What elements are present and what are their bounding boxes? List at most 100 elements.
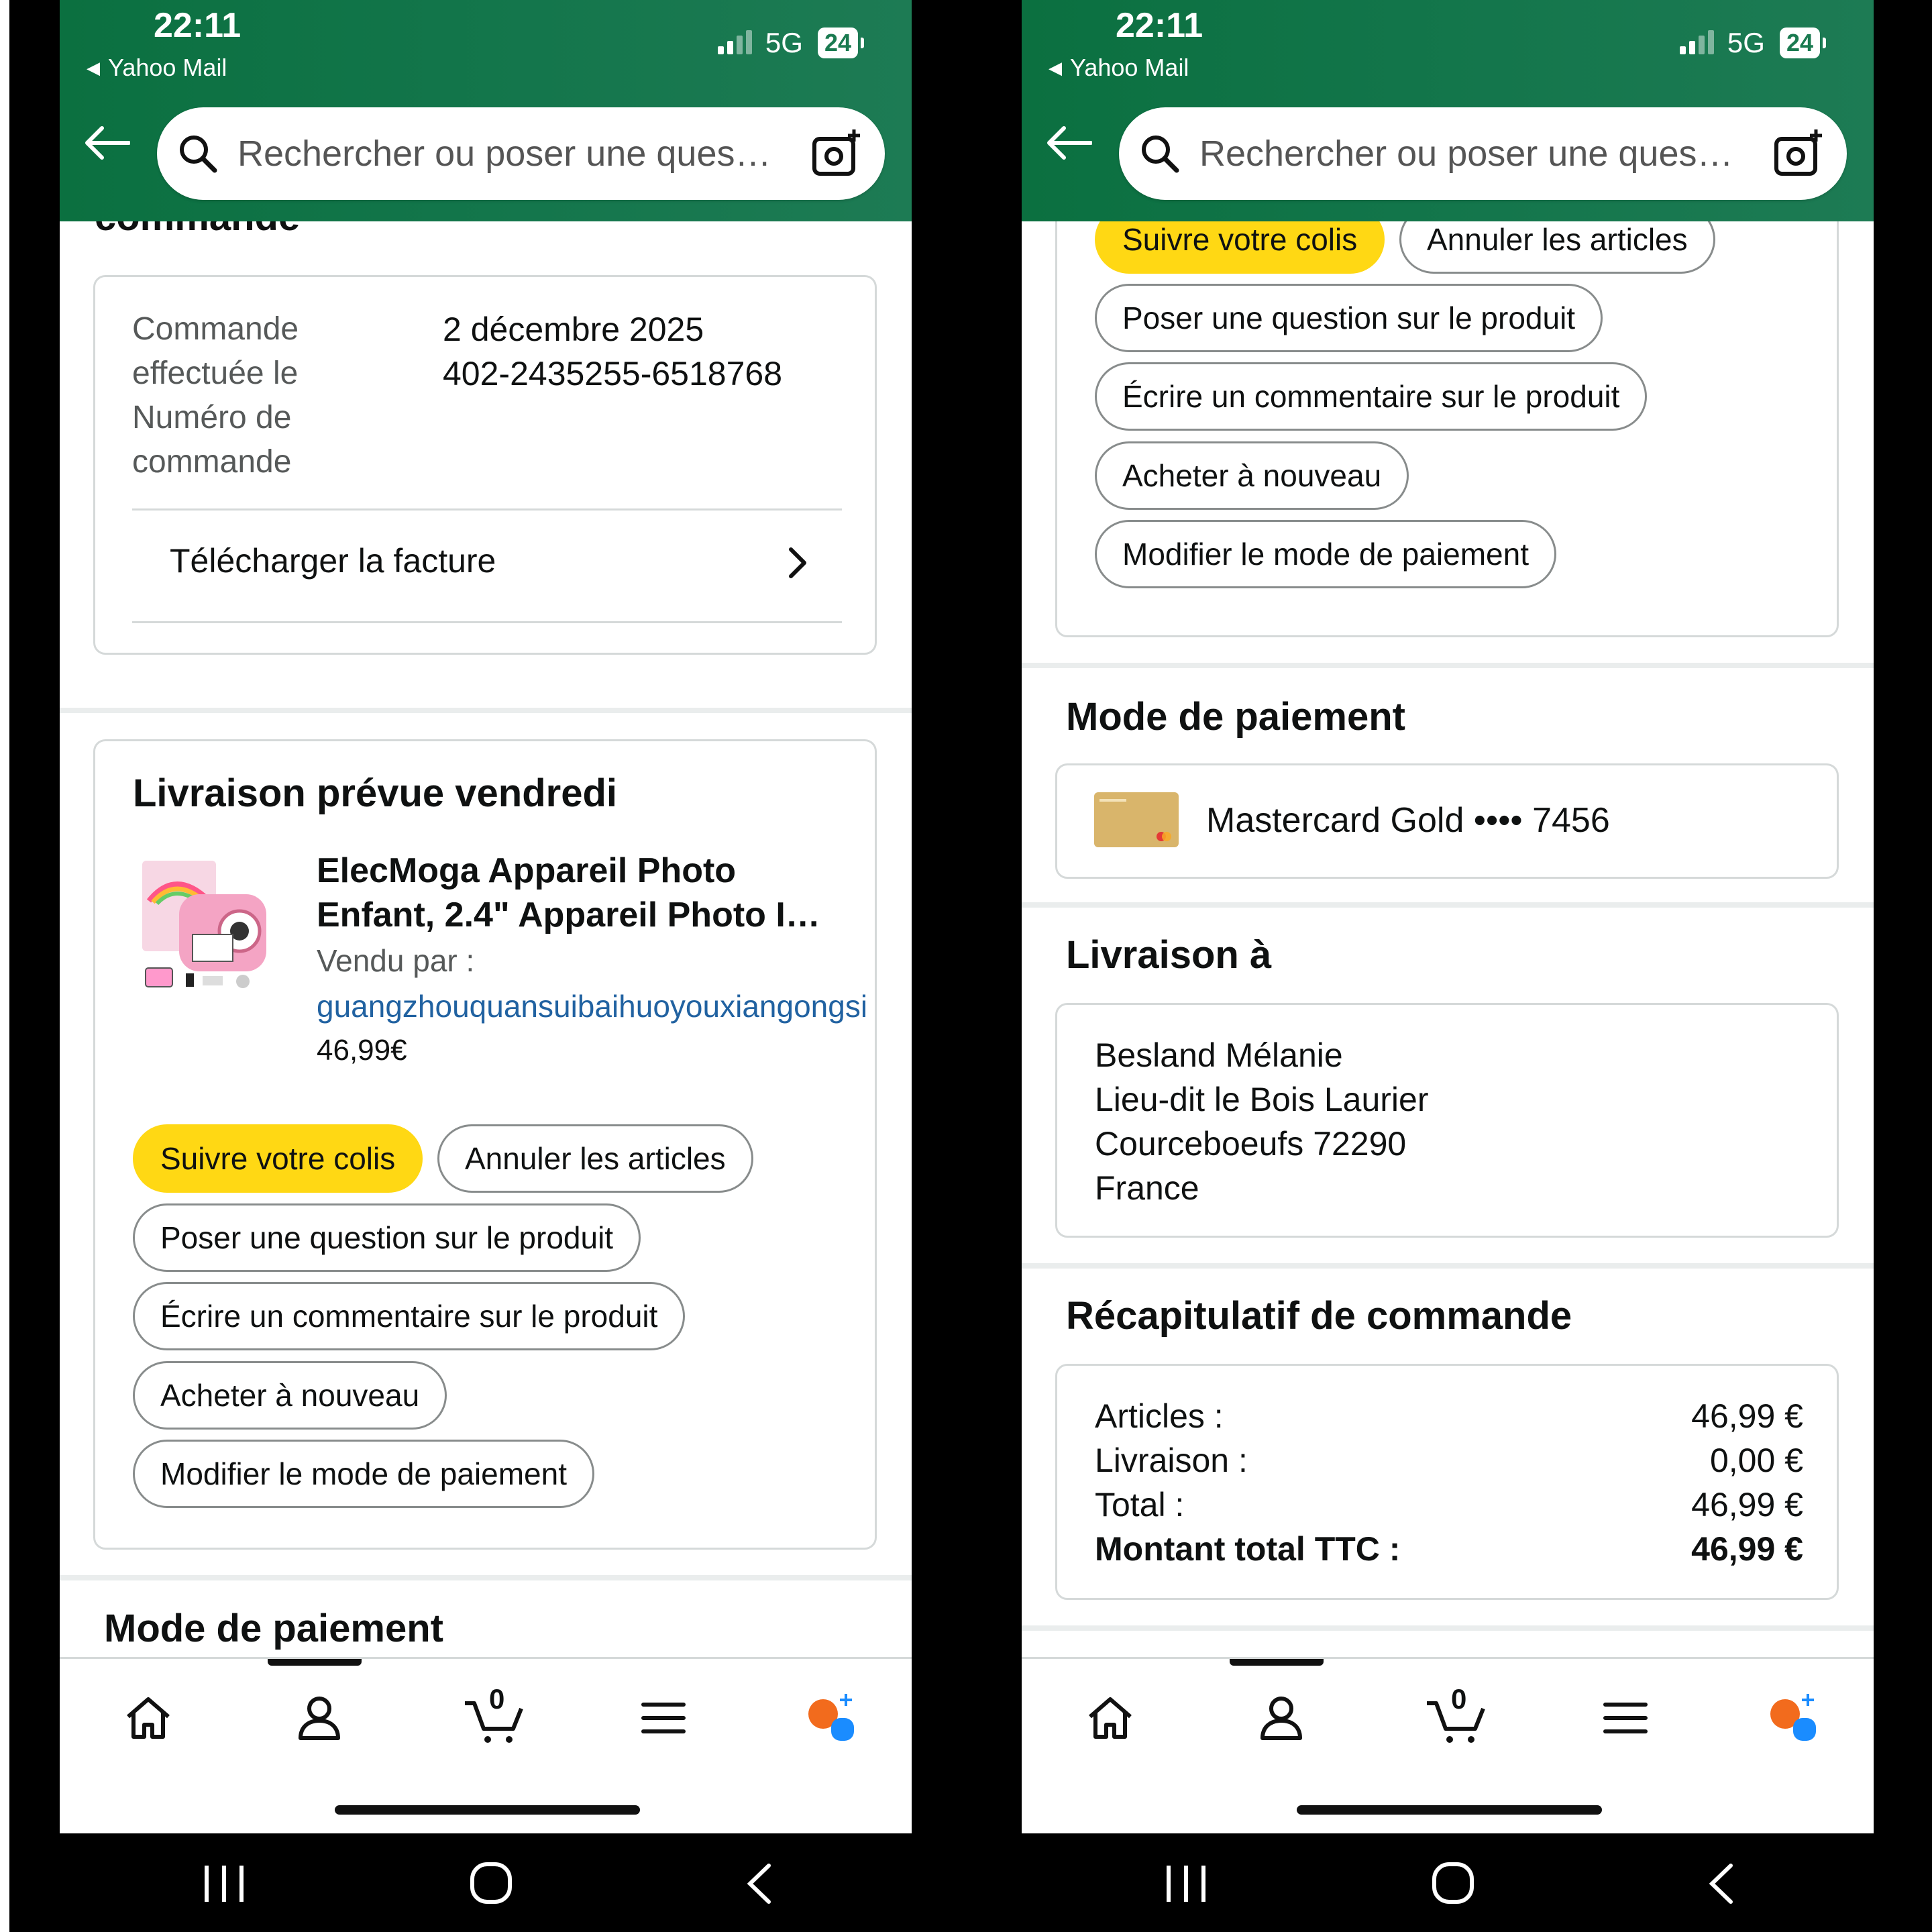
account-icon[interactable] xyxy=(1254,1691,1308,1745)
home-icon[interactable] xyxy=(1083,1691,1137,1745)
cart-button[interactable]: 0 xyxy=(1424,1683,1491,1746)
search-placeholder[interactable]: Rechercher ou poser une ques… xyxy=(237,133,788,174)
shipping-address-card: Besland Mélanie Lieu-dit le Bois Laurier… xyxy=(1055,1003,1839,1238)
account-icon[interactable] xyxy=(292,1691,346,1745)
delivery-card: Livraison prévue vendredi ElecMoga Appar… xyxy=(93,739,877,1550)
write-review-button[interactable]: Écrire un commentaire sur le produit xyxy=(1095,362,1648,431)
bottom-nav: 0 xyxy=(60,1657,912,1833)
summary-rows: Articles : 46,99 € Livraison : 0,00 € Tota… xyxy=(1095,1394,1803,1571)
download-invoice-row[interactable]: Télécharger la facture xyxy=(132,511,842,621)
summary-value: 46,99 € xyxy=(1691,1397,1803,1435)
active-tab-indicator xyxy=(268,1659,362,1666)
status-indicators: 5G 24 xyxy=(1679,27,1827,59)
back-to-app-link[interactable]: ◀ Yahoo Mail xyxy=(87,54,227,82)
home-circle-icon[interactable] xyxy=(464,1860,518,1907)
back-arrow-icon[interactable] xyxy=(1045,126,1092,160)
back-app-label: Yahoo Mail xyxy=(108,54,227,81)
menu-icon[interactable] xyxy=(1599,1691,1652,1745)
back-app-label: Yahoo Mail xyxy=(1070,54,1189,81)
recent-apps-icon[interactable] xyxy=(197,1860,251,1907)
payment-card-label: Mastercard Gold •••• 7456 xyxy=(1206,801,1610,840)
cart-button[interactable]: 0 xyxy=(462,1683,529,1746)
order-date: 2 décembre 2025 xyxy=(443,311,704,348)
change-payment-button[interactable]: Modifier le mode de paiement xyxy=(1095,520,1556,588)
recipient-name: Besland Mélanie xyxy=(1095,1036,1343,1074)
shipping-title: Livraison à xyxy=(1066,933,1272,977)
status-time: 22:11 xyxy=(1116,6,1203,45)
change-payment-button[interactable]: Modifier le mode de paiement xyxy=(133,1440,594,1508)
back-triangle-icon: ◀ xyxy=(87,58,100,78)
summary-value: 46,99 € xyxy=(1691,1486,1803,1523)
system-navigation xyxy=(9,1833,971,1932)
track-package-button[interactable]: Suivre votre colis xyxy=(1095,221,1385,274)
left-content: commande Commande effectuée le Numéro de… xyxy=(60,221,912,1657)
ask-question-button[interactable]: Poser une question sur le produit xyxy=(1095,284,1603,352)
search-bar[interactable]: Rechercher ou poser une ques… xyxy=(1119,107,1847,200)
battery-icon: 24 xyxy=(1779,28,1827,58)
right-screen: 22:11 ◀ Yahoo Mail 5G 24 Rechercher ou po… xyxy=(1022,0,1874,1833)
left-phone-screenshot: 22:11 ◀ Yahoo Mail 5G 24 Rechercher ou po… xyxy=(9,0,971,1932)
system-navigation xyxy=(971,1833,1932,1932)
summary-value: 46,99 € xyxy=(1691,1530,1803,1568)
ask-question-button[interactable]: Poser une question sur le produit xyxy=(133,1203,641,1272)
search-placeholder[interactable]: Rechercher ou poser une ques… xyxy=(1199,133,1750,174)
summary-label: Total : xyxy=(1095,1486,1185,1523)
system-back-icon[interactable] xyxy=(734,1860,788,1907)
rufus-assistant-icon[interactable] xyxy=(804,1691,858,1745)
cart-count: 0 xyxy=(1451,1683,1467,1715)
section-divider xyxy=(1022,1625,1874,1631)
camera-search-icon[interactable] xyxy=(1773,128,1824,179)
signal-icon xyxy=(1679,30,1714,54)
order-number-label: Numéro de commande xyxy=(132,400,292,480)
buy-again-button[interactable]: Acheter à nouveau xyxy=(133,1361,447,1430)
seller-link[interactable]: guangzhouquansuibaihuoyouxiangongsi xyxy=(317,988,867,1024)
summary-title: Récapitulatif de commande xyxy=(1066,1294,1572,1338)
chevron-right-icon xyxy=(789,547,806,578)
address-line-2: Courceboeufs 72290 xyxy=(1095,1125,1407,1163)
active-tab-indicator xyxy=(1230,1659,1324,1666)
right-content: Suivre votre colis Annuler les articles … xyxy=(1022,221,1874,1657)
payment-title: Mode de paiement xyxy=(1066,695,1405,739)
product-thumbnail[interactable] xyxy=(136,854,280,998)
payment-method-row[interactable]: Mastercard Gold •••• 7456 xyxy=(1055,763,1839,879)
summary-row: Total : 46,99 € xyxy=(1095,1483,1803,1527)
payment-title: Mode de paiement xyxy=(104,1607,443,1650)
recent-apps-icon[interactable] xyxy=(1159,1860,1213,1907)
section-divider xyxy=(60,1575,912,1580)
search-icon xyxy=(1142,136,1179,173)
section-divider xyxy=(1022,902,1874,908)
delivery-title: Livraison prévue vendredi xyxy=(133,771,618,815)
cart-count: 0 xyxy=(489,1683,505,1715)
app-header: 22:11 ◀ Yahoo Mail 5G 24 Rechercher ou po… xyxy=(60,0,912,221)
network-label: 5G xyxy=(1727,27,1765,58)
order-details-card: Commande effectuée le Numéro de commande… xyxy=(93,275,877,655)
summary-value: 0,00 € xyxy=(1709,1442,1803,1479)
home-icon[interactable] xyxy=(121,1691,175,1745)
rufus-assistant-icon[interactable] xyxy=(1766,1691,1820,1745)
bottom-nav: 0 xyxy=(1022,1657,1874,1833)
sold-by-label: Vendu par : xyxy=(317,943,475,978)
cancel-items-button[interactable]: Annuler les articles xyxy=(1399,221,1715,274)
camera-search-icon[interactable] xyxy=(811,128,862,179)
divider xyxy=(132,621,842,623)
system-back-icon[interactable] xyxy=(1696,1860,1750,1907)
right-phone-screenshot: 22:11 ◀ Yahoo Mail 5G 24 Rechercher ou po… xyxy=(971,0,1932,1932)
gesture-bar[interactable] xyxy=(1297,1805,1602,1815)
back-arrow-icon[interactable] xyxy=(83,126,130,160)
back-to-app-link[interactable]: ◀ Yahoo Mail xyxy=(1049,54,1189,82)
search-bar[interactable]: Rechercher ou poser une ques… xyxy=(157,107,885,200)
left-screen: 22:11 ◀ Yahoo Mail 5G 24 Rechercher ou po… xyxy=(60,0,912,1833)
track-package-button[interactable]: Suivre votre colis xyxy=(133,1124,423,1193)
menu-icon[interactable] xyxy=(637,1691,690,1745)
summary-row: Livraison : 0,00 € xyxy=(1095,1438,1803,1483)
buy-again-button[interactable]: Acheter à nouveau xyxy=(1095,441,1409,510)
write-review-button[interactable]: Écrire un commentaire sur le produit xyxy=(133,1282,686,1350)
status-time: 22:11 xyxy=(154,6,241,45)
gesture-bar[interactable] xyxy=(335,1805,640,1815)
cancel-items-button[interactable]: Annuler les articles xyxy=(437,1124,753,1193)
order-labels: Commande effectuée le Numéro de commande xyxy=(132,307,327,484)
home-circle-icon[interactable] xyxy=(1426,1860,1480,1907)
battery-icon: 24 xyxy=(817,28,865,58)
mastercard-gold-card-icon xyxy=(1094,792,1179,847)
product-name-link[interactable]: ElecMoga Appareil Photo Enfant, 2.4" App… xyxy=(317,849,853,937)
